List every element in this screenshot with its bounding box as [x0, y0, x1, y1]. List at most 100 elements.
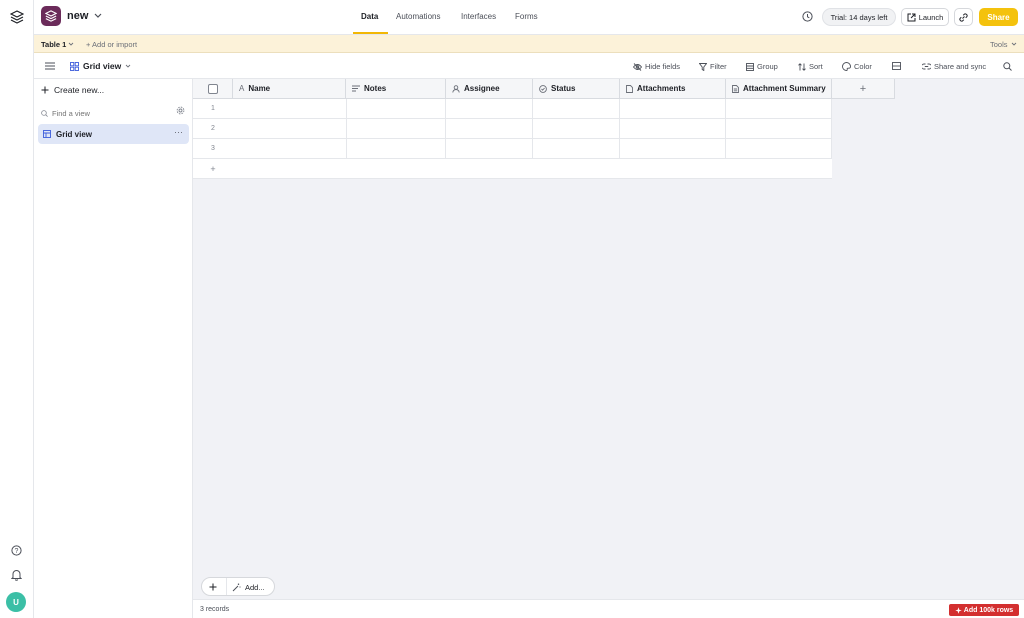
select-all-header [193, 79, 233, 99]
chevron-down-icon[interactable] [68, 42, 74, 46]
table-tab[interactable]: Table 1 [41, 40, 66, 49]
create-new-button[interactable]: Create new... [41, 85, 104, 95]
table-row[interactable]: 2 [193, 119, 832, 139]
cell-attachments[interactable] [620, 99, 726, 119]
file-icon [626, 84, 633, 93]
find-view-field[interactable] [41, 107, 186, 120]
share-button[interactable]: Share [979, 8, 1018, 26]
row-height-icon[interactable] [892, 62, 901, 70]
sort-icon [798, 62, 806, 71]
search-icon[interactable] [1003, 62, 1012, 71]
column-header-attachment-summary[interactable]: Attachment Summary [726, 79, 832, 99]
cell-attachments[interactable] [620, 139, 726, 159]
help-icon[interactable]: ? [11, 545, 22, 556]
add-or-import-button[interactable]: + Add or import [86, 40, 137, 49]
cell-attachment-summary[interactable] [726, 139, 832, 159]
search-icon [41, 110, 48, 117]
tab-automations[interactable]: Automations [396, 12, 440, 21]
grid-view-icon [70, 62, 79, 71]
trial-badge[interactable]: Trial: 14 days left [822, 8, 896, 26]
chevron-down-icon[interactable] [1011, 42, 1017, 46]
status-icon [539, 84, 547, 93]
cell-attachment-summary[interactable] [726, 119, 832, 139]
gear-icon[interactable] [176, 106, 185, 115]
copy-link-button[interactable] [954, 8, 973, 26]
cell-attachment-summary[interactable] [726, 99, 832, 119]
launch-label: Launch [918, 12, 944, 22]
column-header-label: Notes [364, 84, 387, 93]
home-logo-icon[interactable] [10, 10, 24, 24]
link-icon [959, 12, 968, 22]
more-icon[interactable]: ⋯ [174, 127, 183, 138]
share-sync-label: Share and sync [934, 62, 987, 71]
column-header-attachments[interactable]: Attachments [620, 79, 726, 99]
tab-forms[interactable]: Forms [515, 12, 538, 21]
menu-icon[interactable] [45, 62, 55, 70]
share-sync-button[interactable]: Share and sync [922, 62, 986, 71]
column-header-assignee[interactable]: Assignee [446, 79, 533, 99]
record-count: 3 records [200, 606, 230, 613]
svg-text:?: ? [15, 548, 19, 555]
cell-status[interactable] [533, 139, 620, 159]
launch-icon [907, 13, 916, 22]
chevron-down-icon[interactable] [125, 64, 131, 68]
cell-status[interactable] [533, 119, 620, 139]
cell-notes[interactable] [346, 139, 446, 159]
select-all-checkbox[interactable] [208, 83, 218, 94]
cell-assignee[interactable] [446, 119, 533, 139]
tab-interfaces[interactable]: Interfaces [461, 12, 496, 21]
history-icon[interactable] [802, 11, 813, 22]
find-view-input[interactable] [52, 109, 162, 118]
filter-button[interactable]: Filter [699, 62, 727, 71]
add-100k-rows-button[interactable]: Add 100k rows [949, 604, 1019, 616]
tab-data[interactable]: Data [361, 12, 378, 21]
color-button[interactable]: Color [842, 62, 872, 71]
cell-attachments[interactable] [620, 119, 726, 139]
tools-menu[interactable]: Tools [990, 40, 1008, 49]
avatar[interactable]: U [6, 592, 26, 612]
sidebar-item-grid-view[interactable]: Grid view ⋯ [38, 124, 189, 144]
add-label[interactable]: Add... [245, 583, 265, 592]
add-column-button[interactable]: + [832, 79, 895, 99]
group-button[interactable]: Group [746, 62, 778, 71]
column-header-label: Attachments [637, 84, 686, 93]
column-header-label: Status [551, 84, 576, 93]
chevron-down-icon[interactable] [94, 13, 102, 19]
hide-fields-label: Hide fields [645, 62, 681, 71]
cell-name[interactable] [233, 99, 346, 119]
add-row-button[interactable]: + [193, 159, 832, 179]
long-text-icon [352, 85, 360, 92]
plus-icon [41, 86, 49, 94]
cell-name[interactable] [233, 119, 346, 139]
add-bar: Add... [201, 577, 275, 596]
divider [226, 578, 227, 595]
base-name[interactable]: new [67, 10, 88, 22]
column-header-label: Name [248, 84, 271, 93]
table-row[interactable]: 1 [193, 99, 832, 119]
add-100k-rows-label: Add 100k rows [963, 606, 1014, 614]
row-number: 3 [211, 145, 215, 152]
base-icon[interactable] [41, 6, 61, 26]
sort-button[interactable]: Sort [798, 62, 823, 71]
cell-status[interactable] [533, 99, 620, 119]
sidebar-item-label: Grid view [56, 130, 93, 139]
cell-notes[interactable] [346, 119, 446, 139]
column-header-name[interactable]: A Name [233, 79, 346, 99]
add-record-icon[interactable] [209, 583, 217, 591]
column-header-label: Attachment Summary [743, 84, 826, 93]
launch-button[interactable]: Launch [901, 8, 949, 26]
table-bar: Table 1 + Add or import Tools [34, 35, 1024, 53]
magic-wand-icon [232, 583, 241, 592]
cell-notes[interactable] [346, 99, 446, 119]
column-header-status[interactable]: Status [533, 79, 620, 99]
bell-icon[interactable] [11, 569, 22, 581]
cell-name[interactable] [233, 139, 346, 159]
hide-fields-button[interactable]: Hide fields [633, 62, 680, 71]
cell-assignee[interactable] [446, 139, 533, 159]
column-header-notes[interactable]: Notes [346, 79, 446, 99]
eye-off-icon [633, 62, 642, 71]
cell-assignee[interactable] [446, 99, 533, 119]
table-row[interactable]: 3 [193, 139, 832, 159]
user-icon [452, 84, 460, 93]
view-name[interactable]: Grid view [83, 61, 121, 71]
